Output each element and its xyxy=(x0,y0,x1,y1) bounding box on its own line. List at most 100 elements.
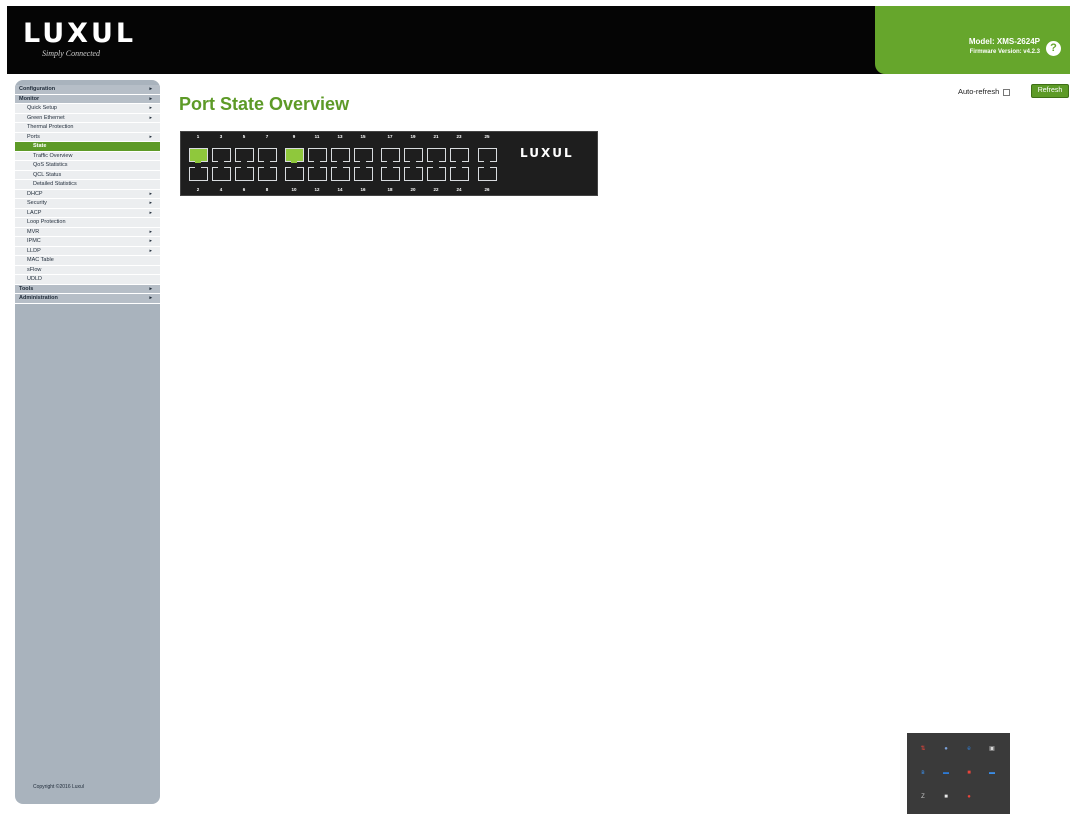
sidebar-item-loop-protection[interactable]: Loop Protection xyxy=(15,218,160,228)
sidebar-item-configuration[interactable]: Configuration ▸ xyxy=(15,85,160,95)
app-icon[interactable]: ● xyxy=(942,745,950,753)
menu-arrow-icon: ▸ xyxy=(149,105,152,111)
menu-arrow-icon: ▸ xyxy=(149,86,152,92)
port-4[interactable] xyxy=(212,166,231,181)
port-3[interactable] xyxy=(212,148,231,163)
menu-arrow-icon: ▸ xyxy=(149,133,152,140)
menu-arrow-icon: ▸ xyxy=(149,209,152,216)
app-icon[interactable]: ● xyxy=(965,793,973,801)
logo-tagline: Simply Connected xyxy=(42,49,100,58)
sidebar-item-thermal-protection[interactable]: Thermal Protection xyxy=(15,123,160,133)
port-number: 13 xyxy=(337,134,343,139)
help-icon[interactable]: ? xyxy=(1046,41,1061,56)
sidebar-item-detailed-statistics[interactable]: Detailed Statistics xyxy=(15,180,160,190)
menu-arrow-icon: ▸ xyxy=(149,228,152,235)
port-16[interactable] xyxy=(354,166,373,181)
port-6[interactable] xyxy=(235,166,254,181)
sidebar-item-traffic-overview[interactable]: Traffic Overview xyxy=(15,151,160,161)
sidebar-item-monitor[interactable]: Monitor ▸ xyxy=(15,94,160,104)
port-1[interactable] xyxy=(189,148,208,163)
bluetooth-icon[interactable]: ʙ xyxy=(919,769,927,777)
sidebar-item-mvr[interactable]: MVR ▸ xyxy=(15,227,160,237)
copyright-text: Copyright ©2016 Luxul xyxy=(33,784,84,790)
sidebar-item-sflow[interactable]: sFlow xyxy=(15,265,160,275)
port-25[interactable] xyxy=(478,148,497,163)
port-17[interactable] xyxy=(381,148,400,163)
network-icon[interactable]: ⇅ xyxy=(919,745,927,753)
sidebar-item-label: IPMC xyxy=(27,238,41,244)
sidebar-item-label: Configuration xyxy=(19,86,56,92)
port-2[interactable] xyxy=(189,166,208,181)
app-icon[interactable]: ▣ xyxy=(988,745,996,753)
port-number: 14 xyxy=(337,187,343,192)
sidebar-item-state[interactable]: State xyxy=(15,142,160,152)
sidebar-item-label: LACP xyxy=(27,209,42,216)
port-20[interactable] xyxy=(404,166,423,181)
port-23[interactable] xyxy=(450,148,469,163)
app-icon[interactable]: Z xyxy=(919,793,927,801)
port-number: 21 xyxy=(433,134,439,139)
port-5[interactable] xyxy=(235,148,254,163)
sidebar-item-label: Monitor xyxy=(19,95,40,102)
chat-icon[interactable]: ▬ xyxy=(988,769,996,777)
port-number: 9 xyxy=(292,134,296,139)
sidebar-item-dhcp[interactable]: DHCP ▸ xyxy=(15,189,160,199)
luxul-logo[interactable]: LUXUL Simply Connected xyxy=(23,20,136,59)
auto-refresh-control[interactable]: Auto-refresh xyxy=(958,86,1011,98)
page-title: Port State Overview xyxy=(179,94,350,114)
firmware-label: Firmware Version: v4.2.3 xyxy=(969,49,1040,55)
sidebar-item-label: Ports xyxy=(27,133,40,140)
port-8[interactable] xyxy=(258,166,277,181)
port-26[interactable] xyxy=(478,166,497,181)
port-19[interactable] xyxy=(404,148,423,163)
menu-arrow-icon: ▸ xyxy=(149,200,152,206)
app-icon[interactable]: ■ xyxy=(942,793,950,801)
port-number: 20 xyxy=(410,187,416,192)
port-number: 17 xyxy=(387,134,393,139)
port-18[interactable] xyxy=(381,166,400,181)
app-window: LUXUL Simply Connected Model: XMS-2624P … xyxy=(0,0,1074,814)
sidebar-item-label: LLDP xyxy=(27,247,41,254)
port-14[interactable] xyxy=(331,166,350,181)
sidebar-item-label: MVR xyxy=(27,228,40,235)
port-number: 22 xyxy=(433,187,439,192)
port-number: 15 xyxy=(360,134,366,139)
menu-arrow-icon: ▸ xyxy=(149,247,152,254)
sidebar-item-mac-table[interactable]: MAC Table xyxy=(15,256,160,266)
auto-refresh-checkbox[interactable] xyxy=(1003,88,1011,96)
port-number: 11 xyxy=(314,134,320,139)
sidebar-item-tools[interactable]: Tools ▸ xyxy=(15,284,160,294)
sidebar-item-label: Security xyxy=(27,200,47,206)
sidebar-item-udld[interactable]: UDLD xyxy=(15,275,160,285)
port-21[interactable] xyxy=(427,148,446,163)
sidebar-item-lacp[interactable]: LACP ▸ xyxy=(15,208,160,218)
menu-arrow-icon: ▸ xyxy=(149,95,152,102)
sidebar-item-ports[interactable]: Ports ▸ xyxy=(15,132,160,142)
port-12[interactable] xyxy=(308,166,327,181)
switch-logo: LUXUL xyxy=(520,146,574,160)
sidebar-item-quick-setup[interactable]: Quick Setup ▸ xyxy=(15,104,160,114)
sidebar-item-qcl-status[interactable]: QCL Status xyxy=(15,170,160,180)
port-9[interactable] xyxy=(285,148,304,163)
sidebar-item-ipmc[interactable]: IPMC ▸ xyxy=(15,237,160,247)
port-7[interactable] xyxy=(258,148,277,163)
port-number: 24 xyxy=(456,187,462,192)
app-icon[interactable]: ■ xyxy=(965,769,973,777)
edge-icon[interactable]: e xyxy=(965,745,973,753)
menu-arrow-icon: ▸ xyxy=(149,114,152,121)
sidebar-item-green-ethernet[interactable]: Green Ethernet ▸ xyxy=(15,113,160,123)
port-number: 8 xyxy=(265,187,269,192)
sidebar-item-administration[interactable]: Administration ▸ xyxy=(15,294,160,304)
refresh-button[interactable]: Refresh xyxy=(1031,84,1069,98)
port-11[interactable] xyxy=(308,148,327,163)
port-24[interactable] xyxy=(450,166,469,181)
port-15[interactable] xyxy=(354,148,373,163)
sidebar-item-security[interactable]: Security ▸ xyxy=(15,199,160,209)
sidebar-item-qos-statistics[interactable]: QoS Statistics xyxy=(15,161,160,171)
port-10[interactable] xyxy=(285,166,304,181)
port-13[interactable] xyxy=(331,148,350,163)
sidebar-item-label: Traffic Overview xyxy=(33,152,73,159)
port-22[interactable] xyxy=(427,166,446,181)
app-icon[interactable]: ▬ xyxy=(942,769,950,777)
sidebar-item-lldp[interactable]: LLDP ▸ xyxy=(15,246,160,256)
